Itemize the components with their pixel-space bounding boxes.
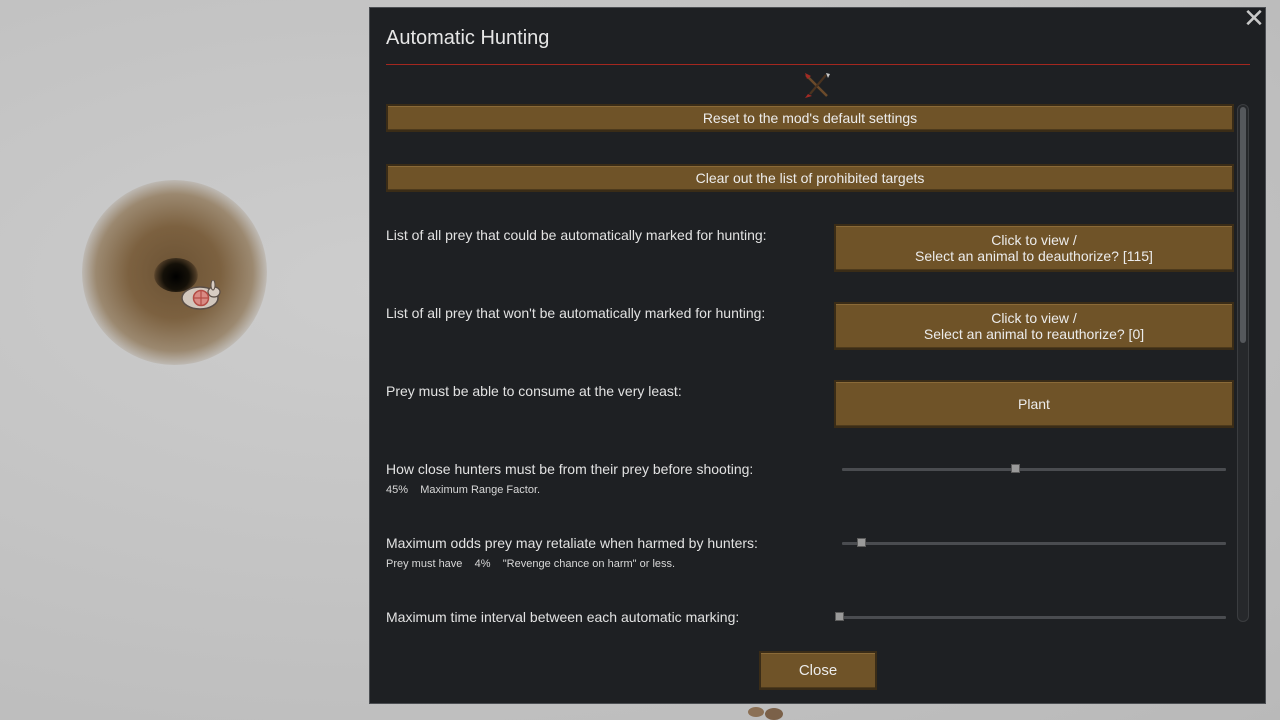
pebbles-decoration <box>748 707 783 720</box>
min-diet-label: Prey must be able to consume at the very… <box>386 383 682 399</box>
title-divider <box>386 64 1250 65</box>
prohibited-list-label: List of all prey that won't be automatic… <box>386 305 766 321</box>
huntable-list-button[interactable]: Click to view / Select an animal to deau… <box>834 224 1234 272</box>
range-label: How close hunters must be from their pre… <box>386 461 754 477</box>
interval-label: Maximum time interval between each autom… <box>386 609 740 625</box>
prohibited-list-button-line1: Click to view / <box>991 310 1077 326</box>
crossed-spear-arrow-icon <box>805 73 830 98</box>
interval-slider[interactable] <box>835 611 1226 623</box>
revenge-slider[interactable] <box>842 537 1226 549</box>
revenge-label: Maximum odds prey may retaliate when har… <box>386 535 758 551</box>
interval-slider-handle[interactable] <box>835 612 844 621</box>
dialog-title: Automatic Hunting <box>386 27 550 49</box>
range-slider-handle[interactable] <box>1011 464 1020 473</box>
reset-defaults-button[interactable]: Reset to the mod's default settings <box>386 104 1234 132</box>
prohibited-list-button-line2: Select an animal to reauthorize? [0] <box>923 326 1145 342</box>
prohibited-list-button[interactable]: Click to view / Select an animal to reau… <box>834 302 1234 350</box>
settings-scrollbar[interactable] <box>1237 104 1249 622</box>
close-button[interactable]: Close <box>759 651 877 690</box>
revenge-value-text: Prey must have 4% "Revenge chance on har… <box>386 558 676 570</box>
huntable-list-button-line1: Click to view / <box>991 232 1077 248</box>
range-slider-track <box>842 468 1226 471</box>
range-slider[interactable] <box>842 463 1226 475</box>
revenge-slider-handle[interactable] <box>857 538 866 547</box>
interval-slider-track <box>835 616 1226 619</box>
huntable-list-button-line2: Select an animal to deauthorize? [115] <box>915 248 1153 264</box>
min-diet-select-button[interactable]: Plant <box>834 380 1234 428</box>
rabbit-icon[interactable] <box>178 280 224 314</box>
scrollbar-thumb[interactable] <box>1240 107 1246 343</box>
huntable-list-label: List of all prey that could be automatic… <box>386 227 767 243</box>
close-icon[interactable]: ✕ <box>1242 6 1266 32</box>
range-value-text: 45% Maximum Range Factor. <box>386 484 541 496</box>
clear-prohibited-button[interactable]: Clear out the list of prohibited targets <box>386 164 1234 192</box>
revenge-slider-track <box>842 542 1226 545</box>
